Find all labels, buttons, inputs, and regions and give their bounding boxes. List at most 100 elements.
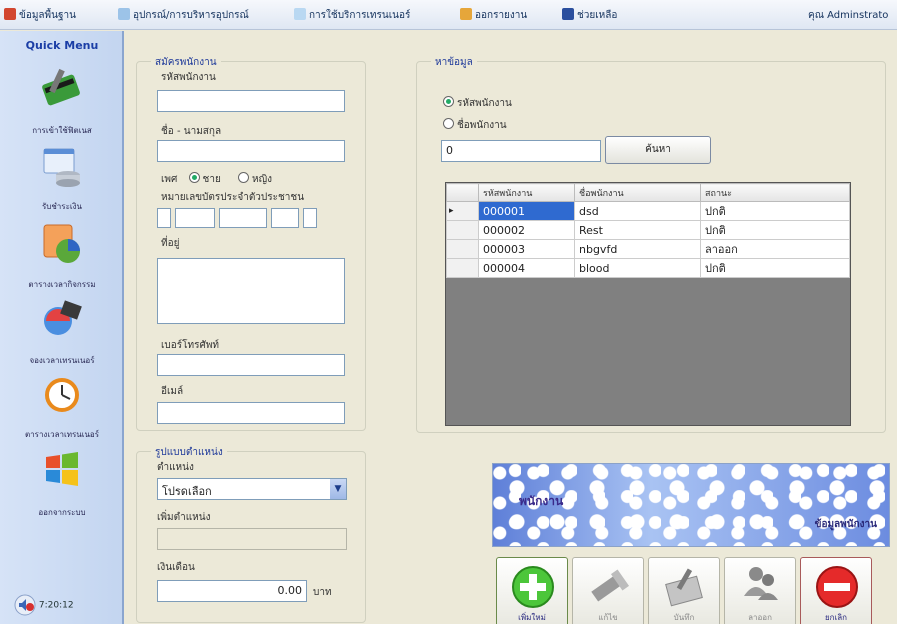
sidebar-item-activity-schedule[interactable]: ตารางเวลากิจกรรม <box>0 215 124 291</box>
save-button[interactable]: บันทึก <box>648 557 720 624</box>
schedule-icon <box>43 224 80 263</box>
radio-selected-icon <box>188 172 200 183</box>
gender-male-radio[interactable]: ชาย <box>188 172 221 185</box>
row-pointer-icon: ▸ <box>446 201 479 221</box>
emp-id-label: รหัสพนักงาน <box>161 72 216 83</box>
id-card-label: หมายเลขบัตรประจำตัวประชาชน <box>161 192 305 203</box>
menu-item-help[interactable]: ช่วยเหลือ <box>562 8 652 24</box>
booking-icon <box>44 300 82 335</box>
column-header[interactable]: ชื่อพนักงาน <box>574 183 701 202</box>
save-icon <box>665 568 703 607</box>
add-button[interactable]: เพิ่มใหม่ <box>496 557 568 624</box>
menu-item-basic-data[interactable]: ข้อมูลพื้นฐาน <box>4 8 112 24</box>
id-card-part-4[interactable] <box>271 208 299 228</box>
cell-emp-id[interactable]: 000003 <box>478 239 575 259</box>
cancel-button[interactable]: ยกเลิก <box>800 557 872 624</box>
id-card-part-1[interactable] <box>157 208 171 228</box>
salary-field[interactable]: 0.00 <box>157 580 307 602</box>
row-header-corner <box>446 183 479 202</box>
employee-form-group: สมัครพนักงาน รหัสพนักงาน ชื่อ - นามสกุล … <box>136 55 366 431</box>
menu-item-devices[interactable]: อุปกรณ์/การบริหารอุปกรณ์ <box>118 8 290 24</box>
cancel-button-label: ยกเลิก <box>824 613 847 622</box>
sidebar-item-label: ออกจากระบบ <box>38 508 86 517</box>
gender-female-radio[interactable]: หญิง <box>238 172 272 185</box>
employee-table: รหัสพนักงาน ชื่อพนักงาน สถานะ ▸ 000001 d… <box>446 183 850 278</box>
name-label: ชื่อ - นามสกุล <box>161 126 222 137</box>
emp-id-field[interactable] <box>157 90 345 112</box>
add-icon <box>512 566 554 608</box>
search-button[interactable]: ค้นหา <box>605 136 711 164</box>
search-input[interactable]: 0 <box>441 140 601 162</box>
address-label: ที่อยู่ <box>161 238 180 249</box>
cell-emp-id[interactable]: 000002 <box>478 220 575 240</box>
cell-emp-name[interactable]: dsd <box>574 201 701 221</box>
cell-emp-name[interactable]: nbgvfd <box>574 239 701 259</box>
row-header <box>446 220 479 240</box>
cell-status[interactable]: ปกติ <box>700 201 850 221</box>
help-icon <box>562 8 574 20</box>
chevron-down-icon[interactable]: ▼ <box>330 479 346 499</box>
search-legend: หาข้อมูล <box>431 55 477 70</box>
edit-button[interactable]: แก้ไข <box>572 557 644 624</box>
gender-label: เพศ <box>161 174 178 185</box>
people-icon <box>744 567 778 600</box>
cell-status[interactable]: ลาออก <box>700 239 850 259</box>
save-button-label: บันทึก <box>673 613 695 622</box>
email-field[interactable] <box>157 402 345 424</box>
edit-button-label: แก้ไข <box>598 613 618 622</box>
row-header <box>446 239 479 259</box>
cell-emp-name[interactable]: blood <box>574 258 701 278</box>
email-label: อีเมล์ <box>161 386 184 397</box>
table-header-row: รหัสพนักงาน ชื่อพนักงาน สถานะ <box>446 183 850 202</box>
position-form-group: รูปแบบตำแหน่ง ตำแหน่ง โปรดเลือก ▼ เพิ่มต… <box>136 445 366 623</box>
resign-button[interactable]: ลาออก <box>724 557 796 624</box>
cell-status[interactable]: ปกติ <box>700 258 850 278</box>
employee-banner: พนักงาน ข้อมูลพนักงาน <box>492 463 890 547</box>
position-label: ตำแหน่ง <box>157 462 194 473</box>
id-card-part-5[interactable] <box>303 208 317 228</box>
user-label: คุณ Adminstrato <box>808 10 889 21</box>
menu-item-reports[interactable]: ออกรายงาน <box>460 8 560 24</box>
id-card-part-2[interactable] <box>175 208 215 228</box>
cell-emp-name[interactable]: Rest <box>574 220 701 240</box>
radio-selected-icon <box>443 96 454 107</box>
edit-icon <box>591 569 630 602</box>
sidebar-item-trainer-booking[interactable]: จองเวลาเทรนเนอร์ <box>0 293 124 367</box>
sidebar-item-payment[interactable]: รับชำระเงิน <box>0 139 124 213</box>
table-row[interactable]: 000002 Rest ปกติ <box>446 220 850 240</box>
cell-emp-id[interactable]: 000004 <box>478 258 575 278</box>
trainer-icon <box>294 8 306 20</box>
column-header[interactable]: รหัสพนักงาน <box>478 183 575 202</box>
search-by-name-radio[interactable]: ชื่อพนักงาน <box>443 118 507 133</box>
quick-menu-sidebar: Quick Menu การเข้าใช้ฟิตเนส รับชำระเงิน … <box>0 31 124 624</box>
position-select[interactable]: โปรดเลือก ▼ <box>157 478 347 500</box>
speaker-icon <box>14 594 36 616</box>
resign-button-label: ลาออก <box>748 613 772 622</box>
table-row[interactable]: 000003 nbgvfd ลาออก <box>446 239 850 259</box>
clock-time: 7:20:12 <box>38 600 74 611</box>
employee-form-legend: สมัครพนักงาน <box>151 55 221 70</box>
table-row[interactable]: ▸ 000001 dsd ปกติ <box>446 201 850 221</box>
name-field[interactable] <box>157 140 345 162</box>
menu-item-trainer-service[interactable]: การใช้บริการเทรนเนอร์ <box>294 8 456 24</box>
table-row[interactable]: 000004 blood ปกติ <box>446 258 850 278</box>
sidebar-item-label: รับชำระเงิน <box>42 202 82 211</box>
cell-status[interactable]: ปกติ <box>700 220 850 240</box>
column-header[interactable]: สถานะ <box>700 183 850 202</box>
radio-unselected-icon <box>238 172 249 183</box>
card-icon <box>42 68 80 106</box>
row-header <box>446 258 479 278</box>
add-position-field[interactable] <box>157 528 347 550</box>
id-card-part-3[interactable] <box>219 208 267 228</box>
sidebar-item-fitness-entry[interactable]: การเข้าใช้ฟิตเนส <box>0 59 124 137</box>
salary-label: เงินเดือน <box>157 562 195 573</box>
address-textarea[interactable] <box>157 258 345 324</box>
sidebar-item-logout[interactable]: ออกจากระบบ <box>0 443 124 519</box>
add-button-label: เพิ่มใหม่ <box>518 613 546 622</box>
phone-field[interactable] <box>157 354 345 376</box>
sidebar-item-trainer-schedule[interactable]: ตารางเวลาเทรนเนอร์ <box>0 369 124 441</box>
search-group: หาข้อมูล รหัสพนักงาน ชื่อพนักงาน 0 ค้นหา… <box>416 55 886 433</box>
banner-subtitle: ข้อมูลพนักงาน <box>814 519 877 530</box>
search-by-id-radio[interactable]: รหัสพนักงาน <box>443 96 512 111</box>
cell-emp-id[interactable]: 000001 <box>478 201 575 221</box>
